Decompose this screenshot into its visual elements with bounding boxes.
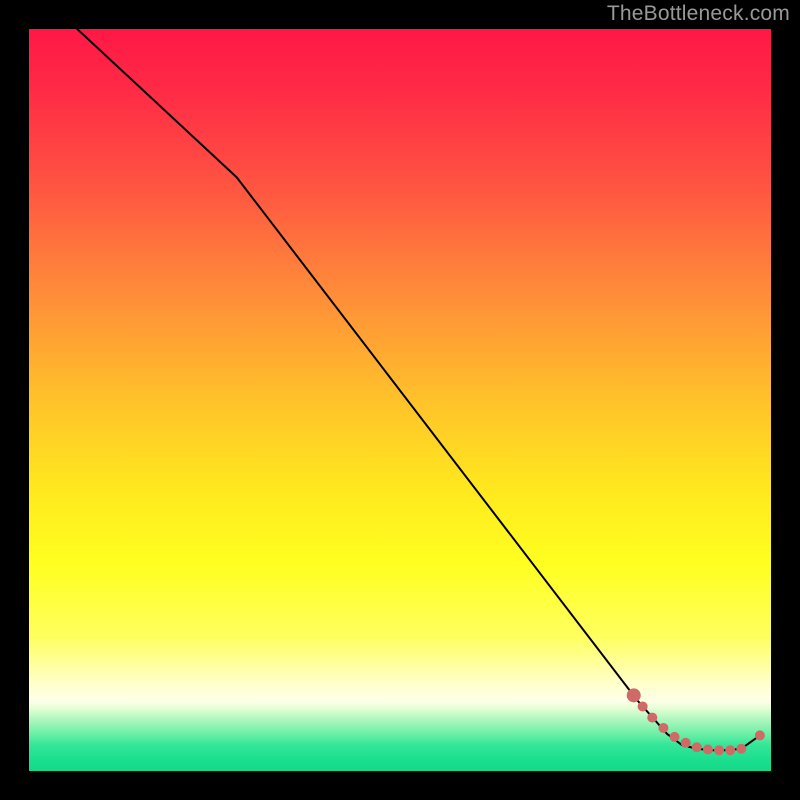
watermark-text: TheBottleneck.com xyxy=(607,2,790,26)
data-dot xyxy=(658,723,668,733)
chart-svg xyxy=(29,29,771,771)
data-dot xyxy=(736,744,746,754)
plot-area xyxy=(29,29,771,771)
data-dot xyxy=(627,688,641,702)
chart-frame: TheBottleneck.com xyxy=(0,0,800,800)
data-dot xyxy=(638,701,648,711)
data-dot xyxy=(755,730,765,740)
data-dot xyxy=(647,713,657,723)
data-dot xyxy=(714,745,724,755)
data-dot xyxy=(725,745,735,755)
data-dot xyxy=(703,744,713,754)
gradient-background xyxy=(29,29,771,771)
data-dot xyxy=(692,742,702,752)
data-dot xyxy=(681,738,691,748)
data-dot xyxy=(670,732,680,742)
